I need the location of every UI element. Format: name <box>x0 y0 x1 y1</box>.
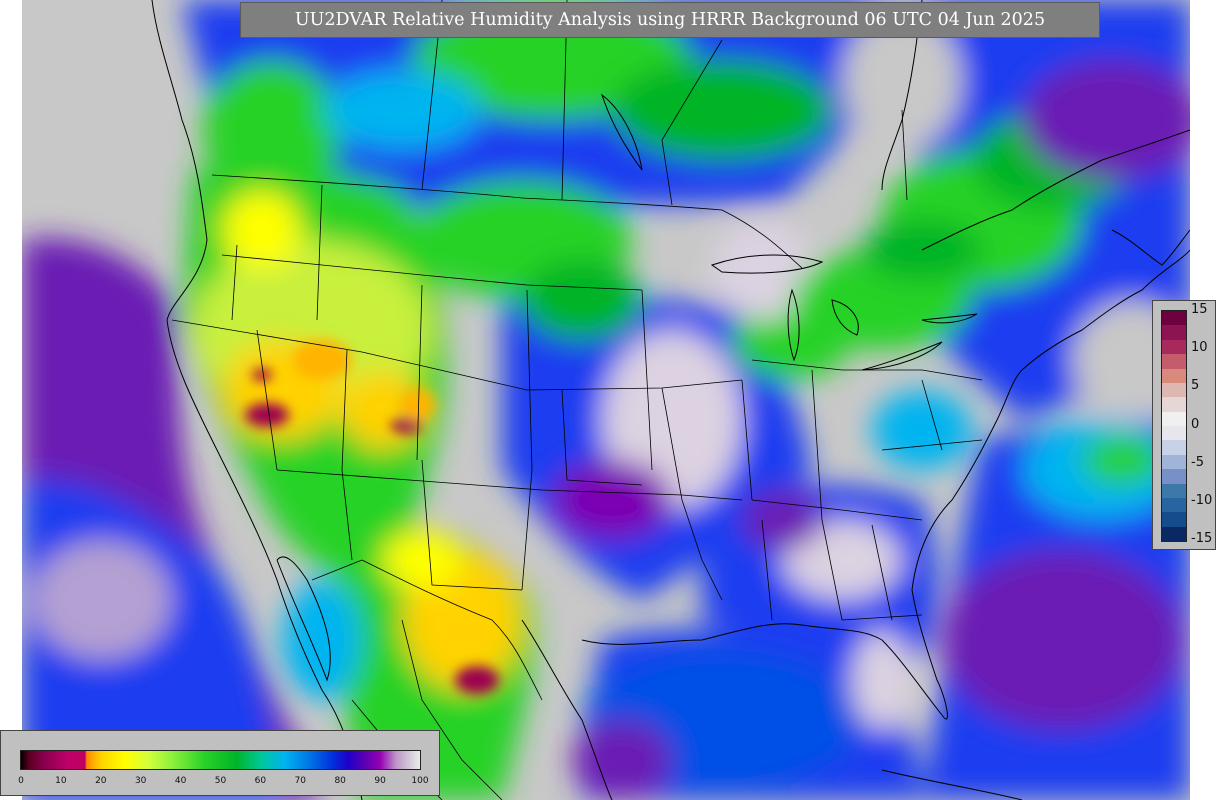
increment-colorbar: 15 10 5 0 -5 -10 -15 <box>1152 300 1216 550</box>
increment-color-segment <box>1162 426 1186 441</box>
rh-tick-label: 40 <box>174 776 187 786</box>
increment-colorbar-scale <box>1161 310 1187 542</box>
relative-humidity-colorbar-scale <box>20 750 421 770</box>
increment-tick-label: -15 <box>1191 531 1213 546</box>
rh-tick-label: 50 <box>214 776 227 786</box>
humidity-map <box>22 0 1190 800</box>
increment-tick-label: -5 <box>1191 454 1204 470</box>
increment-color-segment <box>1162 512 1186 528</box>
increment-color-segment <box>1162 526 1186 542</box>
increment-color-segment <box>1162 397 1186 413</box>
increment-color-segment <box>1162 483 1186 499</box>
map-area <box>22 0 1190 800</box>
rh-tick-label: 60 <box>254 776 267 786</box>
increment-color-segment <box>1162 368 1186 384</box>
increment-color-segment <box>1162 382 1186 398</box>
rh-tick-label: 70 <box>294 776 307 786</box>
increment-tick-label: 5 <box>1191 378 1200 394</box>
relative-humidity-colorbar: 0 10 20 30 40 50 60 70 80 90 100 <box>0 730 440 796</box>
increment-tick-label: -10 <box>1191 492 1213 508</box>
increment-color-segment <box>1162 469 1186 484</box>
increment-color-segment <box>1162 497 1186 513</box>
rh-tick-label: 80 <box>334 776 346 786</box>
increment-color-segment <box>1162 325 1186 341</box>
increment-color-segment <box>1162 454 1186 470</box>
increment-color-segment <box>1162 440 1186 456</box>
map-title: UU2DVAR Relative Humidity Analysis using… <box>240 2 1100 38</box>
increment-color-segment <box>1162 411 1186 427</box>
rh-tick-label: 30 <box>134 776 147 786</box>
increment-tick-label: 15 <box>1191 302 1208 317</box>
rh-tick-label: 10 <box>55 776 67 786</box>
increment-color-segment <box>1162 354 1186 369</box>
increment-tick-label: 10 <box>1191 340 1208 356</box>
increment-color-segment <box>1162 339 1186 355</box>
increment-color-segment <box>1162 311 1186 326</box>
increment-tick-label: 0 <box>1191 416 1200 432</box>
rh-tick-label: 100 <box>411 776 429 786</box>
rh-tick-label: 90 <box>374 776 386 786</box>
rh-tick-label: 20 <box>95 776 107 786</box>
rh-tick-label: 0 <box>18 776 24 786</box>
